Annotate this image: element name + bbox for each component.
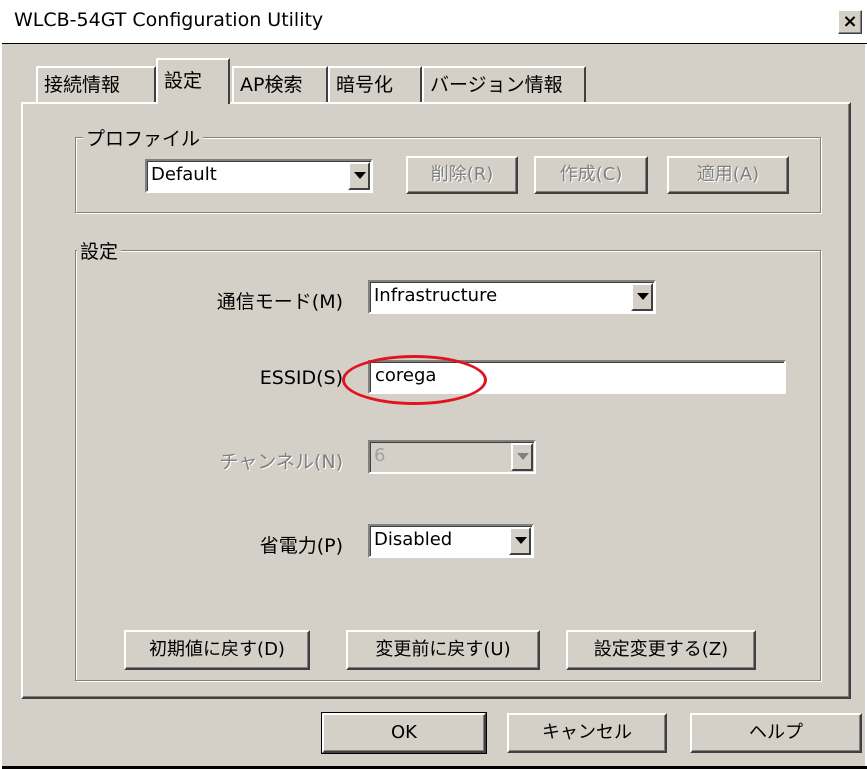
help-button[interactable]: ヘルプ (690, 713, 862, 753)
chevron-down-icon[interactable] (631, 283, 653, 311)
cancel-button[interactable]: キャンセル (507, 713, 667, 753)
channel-label: チャンネル(N) (219, 451, 343, 473)
config-window: WLCB-54GT Configuration Utility × 接続情報 設… (0, 0, 867, 769)
apply-settings-button[interactable]: 設定変更する(Z) (566, 630, 756, 670)
apply-profile-button[interactable]: 適用(A) (667, 156, 789, 194)
create-profile-label: 作成(C) (559, 164, 623, 185)
profile-select-value: Default (151, 164, 217, 185)
close-icon: × (842, 11, 858, 32)
revert-changes-label: 変更前に戻す(U) (375, 639, 511, 660)
power-save-label: 省電力(P) (259, 535, 343, 557)
help-label: ヘルプ (749, 722, 803, 743)
tab-encryption[interactable]: 暗号化 (328, 66, 422, 102)
close-button[interactable]: × (838, 10, 862, 34)
power-save-select-value: Disabled (374, 529, 453, 550)
cancel-label: キャンセル (542, 722, 632, 743)
mode-label: 通信モード(M) (216, 291, 343, 313)
tab-label: 設定 (164, 70, 203, 92)
reset-to-default-button[interactable]: 初期値に戻す(D) (124, 630, 310, 670)
tab-version-info[interactable]: バージョン情報 (422, 66, 586, 102)
chevron-down-icon[interactable] (509, 527, 531, 555)
tab-settings[interactable]: 設定 (156, 58, 230, 104)
ok-label: OK (391, 722, 417, 743)
essid-label: ESSID(S) (259, 367, 343, 389)
essid-input-value: corega (375, 365, 437, 386)
essid-input[interactable]: corega (368, 360, 786, 394)
tab-label: 接続情報 (44, 74, 121, 96)
channel-select-value: 6 (374, 445, 386, 466)
settings-group-legend: 設定 (77, 237, 122, 264)
settings-tab-panel: プロファイル Default 削除(R) 作成(C) 適用(A) 設定 通信モー… (21, 102, 851, 699)
power-save-select[interactable]: Disabled (368, 524, 534, 558)
title-bar: WLCB-54GT Configuration Utility × (2, 0, 867, 44)
tab-ap-search[interactable]: AP検索 (232, 66, 328, 102)
reset-to-default-label: 初期値に戻す(D) (149, 639, 285, 660)
apply-profile-label: 適用(A) (696, 164, 760, 185)
ok-button[interactable]: OK (321, 712, 487, 754)
create-profile-button[interactable]: 作成(C) (534, 156, 648, 194)
tab-connection-info[interactable]: 接続情報 (36, 66, 156, 102)
revert-changes-button[interactable]: 変更前に戻す(U) (346, 630, 540, 670)
tab-label: AP検索 (240, 74, 303, 96)
window-title: WLCB-54GT Configuration Utility (14, 9, 324, 31)
tab-label: バージョン情報 (430, 74, 563, 96)
mode-select[interactable]: Infrastructure (368, 280, 656, 314)
profile-group-legend: プロファイル (83, 124, 204, 151)
channel-select[interactable]: 6 (368, 440, 536, 474)
mode-select-value: Infrastructure (374, 285, 498, 306)
tab-label: 暗号化 (336, 74, 394, 96)
delete-profile-label: 削除(R) (430, 164, 494, 185)
chevron-down-icon[interactable] (348, 162, 370, 190)
chevron-down-icon[interactable] (511, 443, 533, 471)
profile-select[interactable]: Default (145, 159, 373, 193)
apply-settings-label: 設定変更する(Z) (593, 639, 729, 660)
delete-profile-button[interactable]: 削除(R) (406, 156, 518, 194)
